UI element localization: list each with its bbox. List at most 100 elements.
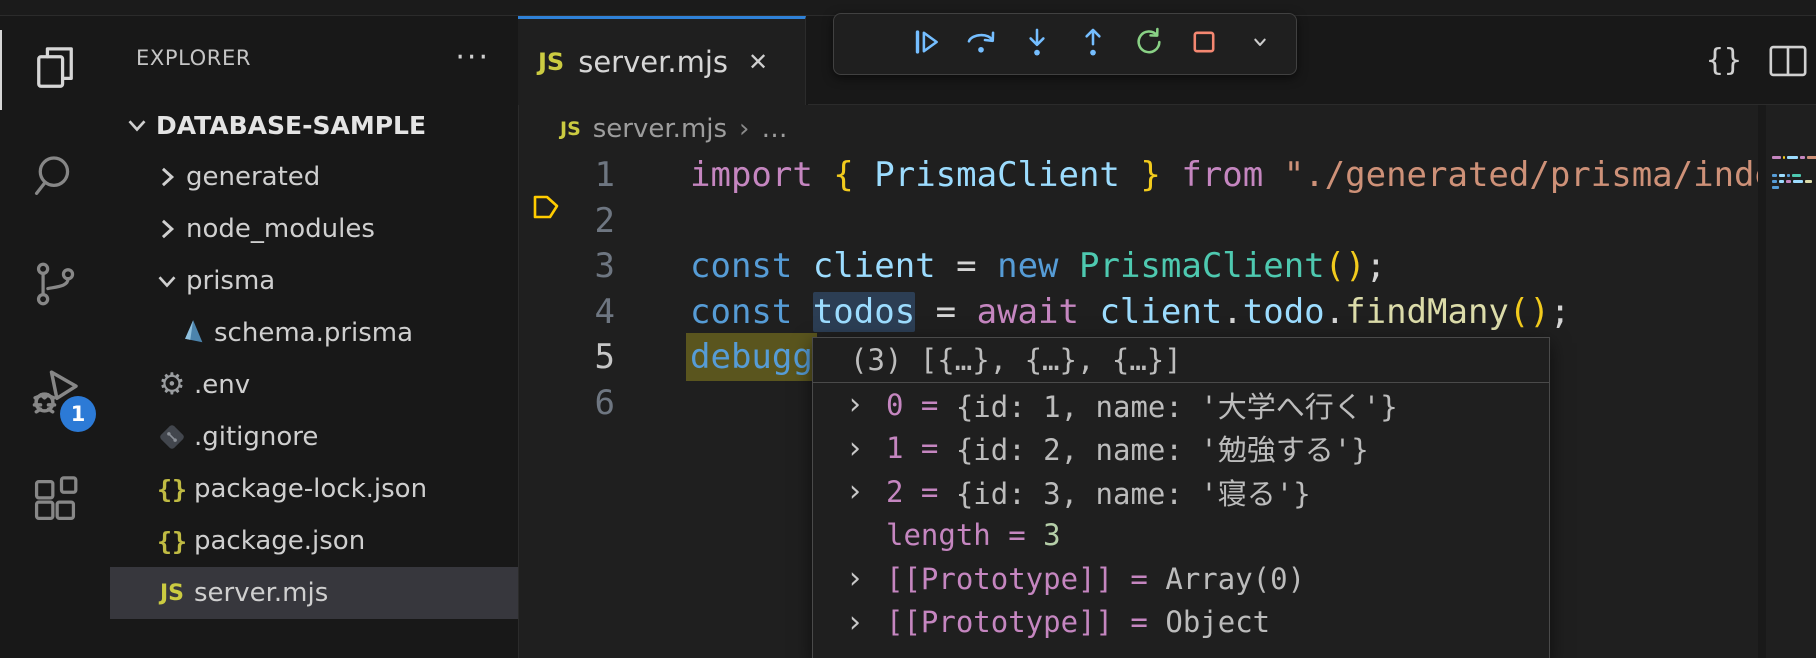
line-number: 5 <box>518 337 615 377</box>
stop-button[interactable] <box>1182 22 1226 66</box>
variable-name: 0 = <box>886 388 956 422</box>
more-debug-actions-button[interactable] <box>1238 22 1282 66</box>
more-debug-actions-icon <box>1246 28 1274 60</box>
tree-item-generated[interactable]: generated <box>110 151 518 203</box>
debug-variable-row[interactable]: ›[[Prototype]] = Array(0) <box>813 557 1549 601</box>
line-content: const client = new PrismaClient(); <box>690 246 1386 286</box>
chevron-right-icon[interactable]: › <box>849 561 886 596</box>
code-line-1[interactable]: 1 import { PrismaClient } from "./generat… <box>518 152 1758 198</box>
chevron-down-icon <box>152 269 182 293</box>
tab-server-mjs[interactable]: JS server.mjs ✕ <box>518 16 806 105</box>
tree-item-prisma[interactable]: prisma <box>110 255 518 307</box>
step-into-button[interactable] <box>1015 22 1059 66</box>
activitybar-item-source-control[interactable] <box>0 232 110 340</box>
breadcrumb-symbol-ellipsis[interactable]: … <box>761 114 787 144</box>
drag-handle-button[interactable] <box>848 22 892 66</box>
minimap-line <box>1772 180 1812 183</box>
line-number: 1 <box>518 155 615 195</box>
js-file-icon: JS <box>152 581 192 606</box>
extensions-icon <box>29 474 81 530</box>
tree-item-label: schema.prisma <box>214 318 413 348</box>
variable-name: 1 = <box>886 431 956 465</box>
editor-actions: {} <box>1706 16 1816 105</box>
close-tab-icon[interactable]: ✕ <box>748 48 768 76</box>
minimap-line <box>1772 174 1801 177</box>
code-line-2[interactable]: 2 <box>518 198 1758 244</box>
explorer-icon <box>29 42 81 98</box>
activitybar-item-extensions[interactable] <box>0 448 110 556</box>
more-actions-icon[interactable]: ··· <box>455 53 490 63</box>
debug-variable-row[interactable]: ›length = 3 <box>813 514 1549 558</box>
tree-item-label: generated <box>186 162 320 192</box>
tree-item-label: prisma <box>186 266 275 296</box>
variable-value: {id: 3, name: '寝る'} <box>956 471 1311 513</box>
step-out-icon <box>1076 25 1110 63</box>
continue-icon <box>909 25 943 63</box>
debug-variable-row[interactable]: ›0 = {id: 1, name: '大学へ行く'} <box>813 383 1549 427</box>
step-over-button[interactable] <box>959 22 1003 66</box>
step-out-button[interactable] <box>1071 22 1115 66</box>
gear-icon: ⚙ <box>152 370 192 400</box>
tree-item-package-lock-json[interactable]: {}package-lock.json <box>110 463 518 515</box>
tree-item-schema-prisma[interactable]: schema.prisma <box>110 307 518 359</box>
debug-variable-row[interactable]: ›1 = {id: 2, name: '勉強する'} <box>813 427 1549 471</box>
debug-popup-header[interactable]: (3) [{…}, {…}, {…}] <box>813 338 1549 383</box>
code-line-3[interactable]: 3const client = new PrismaClient(); <box>518 243 1758 289</box>
debug-variable-row[interactable]: ›[[Prototype]] = Object <box>813 601 1549 645</box>
line-content: const todos = await client.todo.findMany… <box>690 292 1570 332</box>
minimap-line <box>1772 156 1816 159</box>
restart-icon <box>1132 25 1166 63</box>
debug-toolbar <box>833 13 1297 75</box>
curly-braces-icon[interactable]: {} <box>1706 43 1742 78</box>
tree-item-label: DATABASE-SAMPLE <box>156 111 426 140</box>
vscode-window: 1 EXPLORER ··· DATABASE-SAMPLE generated n… <box>0 0 1816 658</box>
tree-item--env[interactable]: ⚙.env <box>110 359 518 411</box>
tree-item-label: server.mjs <box>194 578 328 608</box>
activitybar-item-explorer[interactable] <box>0 16 110 124</box>
debug-value-popup: (3) [{…}, {…}, {…}] ›0 = {id: 1, name: '… <box>812 337 1550 658</box>
chevron-right-icon[interactable]: › <box>849 387 886 422</box>
continue-button[interactable] <box>904 22 948 66</box>
json-file-icon: {} <box>152 527 192 556</box>
step-into-icon <box>1020 25 1054 63</box>
prisma-icon <box>172 318 212 348</box>
tree-item-server-mjs[interactable]: JSserver.mjs <box>110 567 518 619</box>
chevron-right-icon[interactable]: › <box>849 474 886 509</box>
file-tree: DATABASE-SAMPLE generated node_modulespris… <box>110 99 518 619</box>
stop-icon <box>1187 25 1221 63</box>
source-control-icon <box>29 258 81 314</box>
chevron-down-icon <box>122 113 152 137</box>
search-icon <box>29 150 81 206</box>
tree-item-package-json[interactable]: {}package.json <box>110 515 518 567</box>
tree-item-node-modules[interactable]: node_modules <box>110 203 518 255</box>
json-file-icon: {} <box>152 475 192 504</box>
js-file-icon: JS <box>560 118 581 140</box>
js-file-icon: JS <box>538 48 564 76</box>
chevron-right-icon[interactable]: › <box>849 431 886 466</box>
debug-popup-rows: ›0 = {id: 1, name: '大学へ行く'}›1 = {id: 2, … <box>813 383 1549 644</box>
tree-item--gitignore[interactable]: .gitignore <box>110 411 518 463</box>
activitybar-item-run-and-debug[interactable]: 1 <box>0 340 110 448</box>
tree-item-database-sample[interactable]: DATABASE-SAMPLE <box>110 99 518 151</box>
explorer-title: EXPLORER <box>136 46 251 70</box>
chevron-right-icon[interactable]: › <box>849 605 886 640</box>
debug-variable-row[interactable]: ›2 = {id: 3, name: '寝る'} <box>813 470 1549 514</box>
breadcrumb-file[interactable]: server.mjs <box>593 114 727 144</box>
code-line-4[interactable]: 4 const todos = await client.todo.findMan… <box>518 289 1758 335</box>
activitybar-item-search[interactable] <box>0 124 110 232</box>
split-editor-icon[interactable] <box>1768 43 1808 79</box>
restart-button[interactable] <box>1127 22 1171 66</box>
line-number: 2 <box>518 201 615 241</box>
variable-value: Object <box>1165 605 1270 639</box>
variable-value: {id: 1, name: '大学へ行く'} <box>956 384 1398 426</box>
variable-value: {id: 2, name: '勉強する'} <box>956 427 1369 469</box>
variable-name: [[Prototype]] = <box>886 562 1165 596</box>
tab-label: server.mjs <box>578 45 728 79</box>
debug-badge: 1 <box>60 396 96 432</box>
line-number: 4 <box>518 292 615 332</box>
variable-name: length = <box>886 518 1043 552</box>
git-icon <box>152 422 192 452</box>
line-content: import { PrismaClient } from "./generate… <box>690 155 1758 195</box>
tree-item-label: package.json <box>194 526 365 556</box>
variable-name: [[Prototype]] = <box>886 605 1165 639</box>
